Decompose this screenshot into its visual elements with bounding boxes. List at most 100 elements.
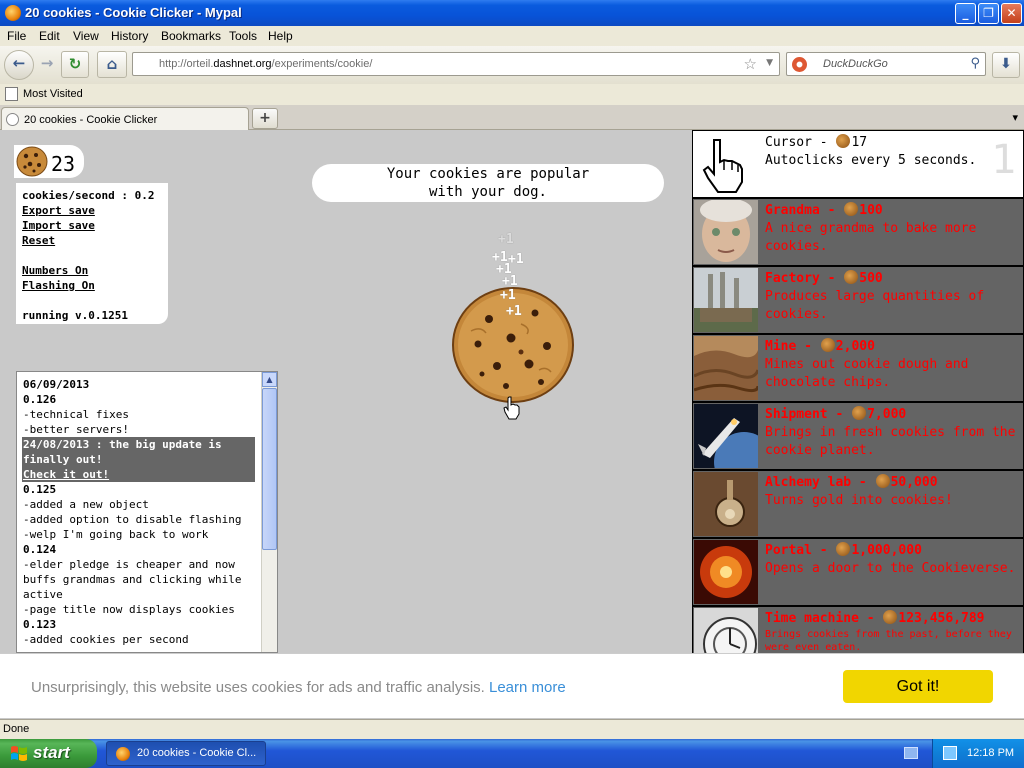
export-save-link[interactable]: Export save bbox=[22, 203, 168, 218]
update-highlight: 24/08/2013 : the big update is finally o… bbox=[22, 437, 255, 482]
log-line: -elder pledge is cheaper and now bbox=[23, 558, 235, 571]
tab-cookie-clicker[interactable]: 20 cookies - Cookie Clicker bbox=[1, 107, 249, 131]
import-save-link[interactable]: Import save bbox=[22, 218, 168, 233]
changelog-scrollbar[interactable]: ▲ bbox=[261, 372, 277, 652]
store-item-desc: Opens a door to the Cookieverse. bbox=[765, 561, 1016, 576]
store-item-grandma[interactable]: Grandma - 100 A nice grandma to bake mor… bbox=[693, 199, 1023, 265]
cursor-hand-icon bbox=[702, 139, 743, 193]
log-line: -technical fixes bbox=[23, 408, 129, 421]
check-it-out-link[interactable]: Check it out! bbox=[23, 467, 255, 482]
window-titlebar[interactable]: 20 cookies - Cookie Clicker - Mypal _ ❐ … bbox=[0, 0, 1024, 26]
bookmark-most-visited[interactable]: Most Visited bbox=[23, 88, 83, 100]
bookmark-star-icon[interactable]: ☆ bbox=[744, 55, 757, 73]
menu-help[interactable]: Help bbox=[268, 29, 293, 43]
cookie-price-icon bbox=[844, 270, 859, 284]
menu-edit[interactable]: Edit bbox=[39, 29, 60, 43]
clock[interactable]: 12:18 PM bbox=[967, 747, 1014, 759]
factory-icon bbox=[694, 268, 758, 332]
store-item-alchemy-lab[interactable]: Alchemy lab - 50,000 Turns gold into coo… bbox=[693, 471, 1023, 537]
cookie-price-icon bbox=[875, 474, 890, 488]
changelog-panel[interactable]: 06/09/2013 0.126 -technical fixes -bette… bbox=[16, 371, 278, 653]
url-text: http://orteil.dashnet.org/experiments/co… bbox=[159, 58, 373, 70]
news-ticker: Your cookies are popular with your dog. bbox=[312, 164, 664, 202]
menu-history[interactable]: History bbox=[111, 29, 148, 43]
taskbar-item-browser[interactable]: 20 cookies - Cookie Cl... bbox=[106, 741, 266, 766]
status-bar: Done bbox=[0, 719, 1024, 739]
store-item-name: Alchemy lab - 50,000 bbox=[765, 474, 938, 490]
hand-cursor-icon bbox=[503, 396, 520, 420]
home-button[interactable]: ⌂ bbox=[97, 51, 127, 78]
start-label: start bbox=[33, 743, 70, 762]
alchemy-lab-icon bbox=[694, 472, 758, 536]
store-item-name: Time machine - 123,456,789 bbox=[765, 610, 985, 626]
store-item-price: 1,000,000 bbox=[851, 543, 922, 558]
search-icon[interactable]: ⚲ bbox=[970, 56, 980, 71]
scroll-thumb[interactable] bbox=[262, 388, 277, 550]
new-tab-button[interactable]: + bbox=[252, 108, 278, 129]
menu-view[interactable]: View bbox=[73, 29, 99, 43]
menu-bookmarks[interactable]: Bookmarks bbox=[161, 29, 221, 43]
store-item-name: Factory - 500 bbox=[765, 270, 883, 286]
store-panel: Cursor - 17 Autoclicks every 5 seconds. … bbox=[692, 130, 1024, 653]
tab-strip: 20 cookies - Cookie Clicker + ▾ bbox=[0, 105, 1024, 131]
store-item-desc: Produces large quantities of cookies. bbox=[765, 289, 985, 322]
back-button[interactable]: ← bbox=[4, 50, 34, 80]
search-placeholder: DuckDuckGo bbox=[823, 58, 888, 70]
browser-app-icon bbox=[116, 747, 130, 761]
log-line: -better servers! bbox=[23, 423, 129, 436]
store-item-desc: Turns gold into cookies! bbox=[765, 493, 953, 508]
history-dropdown-icon[interactable]: ▼ bbox=[766, 58, 773, 68]
click-popup: +1 bbox=[506, 304, 522, 319]
downloads-button[interactable]: ⬇ bbox=[992, 52, 1020, 78]
log-line: -added cookies per second bbox=[23, 633, 189, 646]
start-button[interactable]: start bbox=[0, 739, 97, 768]
scroll-up-icon[interactable]: ▲ bbox=[262, 372, 277, 387]
address-bar[interactable]: http://orteil.dashnet.org/experiments/co… bbox=[132, 52, 780, 76]
log-version: 0.123 bbox=[23, 618, 57, 631]
forward-button[interactable]: → bbox=[36, 51, 58, 78]
owned-count: 1 bbox=[991, 137, 1017, 183]
store-item-cursor[interactable]: Cursor - 17 Autoclicks every 5 seconds. … bbox=[693, 131, 1023, 197]
log-line: buffs grandmas and clicking while bbox=[23, 573, 242, 586]
taskbar: start 20 cookies - Cookie Cl... 12:18 PM bbox=[0, 739, 1024, 768]
reset-link[interactable]: Reset bbox=[22, 233, 168, 248]
store-item-name: Grandma - 100 bbox=[765, 202, 883, 218]
minimize-button[interactable]: _ bbox=[955, 3, 976, 24]
store-item-price: 2,000 bbox=[835, 339, 875, 354]
keyboard-icon[interactable] bbox=[904, 747, 918, 759]
click-popup: +1 bbox=[502, 274, 518, 289]
store-item-price: 7,000 bbox=[867, 407, 907, 422]
store-item-shipment[interactable]: Shipment - 7,000 Brings in fresh cookies… bbox=[693, 403, 1023, 469]
store-item-factory[interactable]: Factory - 500 Produces large quantities … bbox=[693, 267, 1023, 333]
cookie-price-icon bbox=[844, 202, 859, 216]
got-it-button[interactable]: Got it! bbox=[843, 670, 993, 703]
store-item-portal[interactable]: Portal - 1,000,000 Opens a door to the C… bbox=[693, 539, 1023, 605]
tab-list-icon[interactable]: ▾ bbox=[1012, 111, 1018, 124]
window-title: 20 cookies - Cookie Clicker - Mypal bbox=[25, 5, 242, 20]
menu-tools[interactable]: Tools bbox=[229, 29, 257, 43]
store-item-mine[interactable]: Mine - 2,000 Mines out cookie dough and … bbox=[693, 335, 1023, 401]
log-date: 06/09/2013 bbox=[23, 378, 90, 391]
cookie-consent-banner: Unsurprisingly, this website uses cookie… bbox=[0, 653, 1024, 718]
maximize-button[interactable]: ❐ bbox=[978, 3, 999, 24]
learn-more-link[interactable]: Learn more bbox=[489, 679, 566, 696]
search-input[interactable]: DuckDuckGo ⚲ bbox=[786, 52, 986, 76]
duckduckgo-icon[interactable] bbox=[792, 57, 807, 72]
cookie-counter: 23 bbox=[14, 145, 84, 178]
numbers-toggle[interactable]: Numbers On bbox=[22, 263, 168, 278]
store-item-desc: Mines out cookie dough and chocolate chi… bbox=[765, 357, 969, 390]
tab-label: 20 cookies - Cookie Clicker bbox=[24, 114, 158, 126]
network-icon[interactable] bbox=[943, 746, 957, 760]
system-tray: 12:18 PM bbox=[932, 739, 1024, 768]
close-button[interactable]: ✕ bbox=[1001, 3, 1022, 24]
news-line-2: with your dog. bbox=[428, 184, 547, 200]
store-item-desc: Brings cookies from the past, before the… bbox=[765, 629, 1012, 653]
cookie-icon bbox=[16, 146, 48, 177]
flashing-toggle[interactable]: Flashing On bbox=[22, 278, 168, 293]
menu-file[interactable]: File bbox=[7, 29, 26, 43]
version-label: running v.0.1251 bbox=[22, 309, 128, 322]
reload-button[interactable]: ↻ bbox=[61, 51, 89, 78]
update-line-1: 24/08/2013 : the big update is bbox=[23, 438, 222, 451]
store-item-time-machine[interactable]: Time machine - 123,456,789 Brings cookie… bbox=[693, 607, 1023, 653]
globe-icon bbox=[6, 113, 19, 126]
